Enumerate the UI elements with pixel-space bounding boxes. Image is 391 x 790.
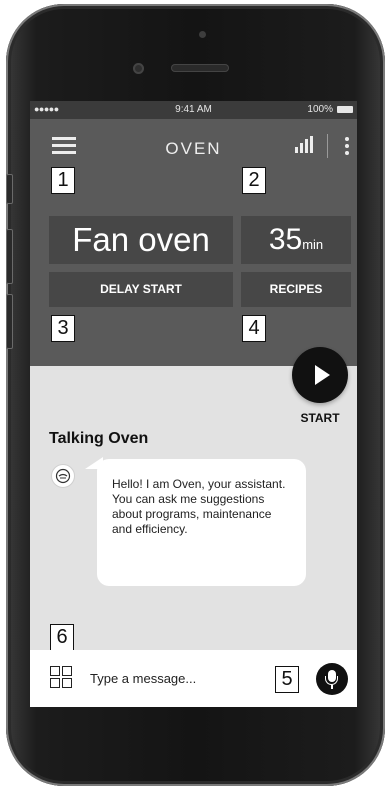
volume-down-button — [6, 294, 13, 349]
battery-percent: 100% — [307, 104, 333, 115]
kebab-icon[interactable] — [345, 137, 349, 155]
callout-1: 1 — [51, 167, 75, 194]
callout-5: 5 — [275, 666, 299, 693]
callout-2: 2 — [242, 167, 266, 194]
microphone-button[interactable] — [316, 663, 348, 695]
chat-title: Talking Oven — [49, 430, 149, 447]
callout-4: 4 — [242, 315, 266, 342]
front-camera — [133, 63, 144, 74]
start-button[interactable] — [292, 347, 348, 403]
header-divider — [327, 134, 328, 158]
start-label: START — [300, 411, 340, 425]
earpiece-speaker — [171, 64, 229, 72]
time-unit: min — [302, 237, 324, 252]
callout-6: 6 — [50, 624, 74, 651]
volume-up-button — [6, 229, 13, 284]
status-bar: ●●●●● 9:41 AM 100% — [30, 101, 357, 119]
delay-start-button[interactable]: DELAY START — [49, 272, 233, 307]
battery-icon — [337, 106, 353, 113]
oven-control-panel: OVEN 1 2 Fan oven 35min DELAY START RECI… — [30, 119, 357, 366]
oven-icon — [51, 464, 75, 488]
callout-3: 3 — [51, 315, 75, 342]
chat-message-text: Hello! I am Oven, your assistant. You ca… — [112, 477, 286, 536]
grid-icon[interactable] — [50, 666, 73, 689]
recipes-button[interactable]: RECIPES — [241, 272, 351, 307]
cooking-time-selector[interactable]: 35min — [241, 216, 351, 264]
mute-switch — [6, 174, 13, 204]
oven-mode-selector[interactable]: Fan oven — [49, 216, 233, 264]
play-icon — [315, 365, 330, 385]
signal-bars-icon[interactable] — [295, 136, 315, 153]
message-input[interactable] — [90, 664, 260, 692]
app-screen: ●●●●● 9:41 AM 100% OVEN 1 2 Fan oven 35m… — [30, 101, 357, 707]
time-value: 35 — [268, 223, 303, 256]
front-sensor — [199, 31, 206, 38]
